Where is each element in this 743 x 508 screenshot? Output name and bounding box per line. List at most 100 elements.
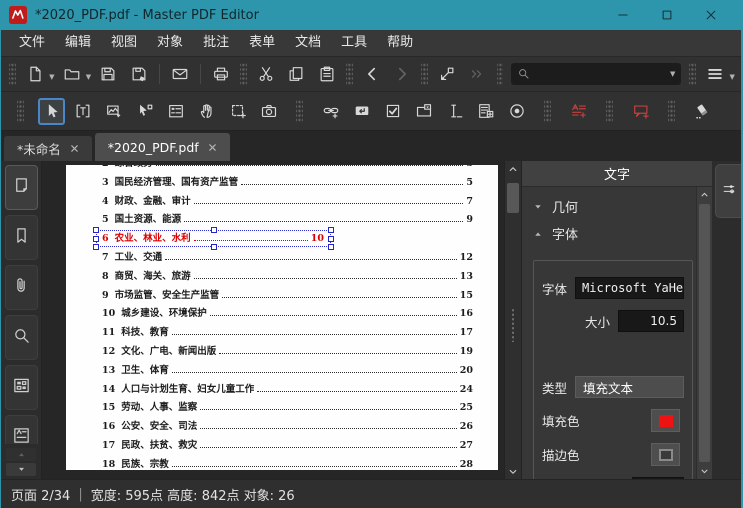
edit-forms-tool[interactable] xyxy=(162,98,189,125)
forward-button[interactable] xyxy=(389,61,415,88)
toc-row[interactable]: 12 文化、广电、新闻出版 19 xyxy=(102,343,473,362)
selection-handle[interactable] xyxy=(93,235,99,242)
sidebar-search[interactable] xyxy=(4,315,38,360)
text-annotation-tool[interactable] xyxy=(565,98,592,125)
menu-item-2[interactable]: 视图 xyxy=(101,30,147,56)
paste-button[interactable] xyxy=(314,61,340,88)
toolbar-grip[interactable] xyxy=(606,100,613,122)
eraser-tool[interactable] xyxy=(689,98,716,125)
section-geometry[interactable]: 几何 xyxy=(522,193,696,220)
search-dropdown-icon[interactable]: ▼ xyxy=(670,70,675,78)
sidebar-attachments[interactable] xyxy=(4,265,38,310)
print-button[interactable] xyxy=(208,61,234,88)
open-file-button[interactable] xyxy=(58,61,84,88)
textfield-tool[interactable] xyxy=(441,98,468,125)
toolbar-grip[interactable] xyxy=(496,63,504,85)
toolbar-grip[interactable] xyxy=(17,100,24,122)
overflow-button[interactable] xyxy=(464,61,490,88)
callout-annotation-tool[interactable] xyxy=(627,98,654,125)
toc-row[interactable]: 7 工业、交通 12 xyxy=(102,249,473,268)
toolbar-grip[interactable] xyxy=(668,100,675,122)
copy-button[interactable] xyxy=(283,61,309,88)
menu-item-4[interactable]: 批注 xyxy=(193,30,239,56)
toolbar-grip[interactable] xyxy=(240,63,248,85)
toc-row[interactable]: 16 公安、安全、司法 26 xyxy=(102,418,473,437)
tab-close-icon[interactable] xyxy=(70,144,79,153)
push-button-tool[interactable] xyxy=(348,98,375,125)
listbox-tool[interactable] xyxy=(472,98,499,125)
select-region-tool[interactable] xyxy=(224,98,251,125)
sidebar-scroll-up-button[interactable] xyxy=(6,448,36,461)
toolbar-grip[interactable] xyxy=(544,100,551,122)
stroke-color-button[interactable] xyxy=(651,443,680,466)
toc-row[interactable]: 18 民族、宗教 28 xyxy=(102,456,473,470)
toc-row[interactable]: 4 财政、金融、审计 7 xyxy=(102,193,473,212)
back-button[interactable] xyxy=(359,61,385,88)
combobox-tool[interactable] xyxy=(410,98,437,125)
link-tool[interactable] xyxy=(317,98,344,125)
menu-item-5[interactable]: 表单 xyxy=(239,30,285,56)
snapshot-tool[interactable] xyxy=(255,98,282,125)
dropdown-arrow-icon[interactable]: ▼ xyxy=(86,73,91,81)
sidebar-scroll-down-button[interactable] xyxy=(6,463,36,476)
selection-handle[interactable] xyxy=(328,235,334,242)
scroll-down-button[interactable] xyxy=(505,464,521,479)
panel-scroll-up-button[interactable] xyxy=(697,187,713,202)
toc-row[interactable]: 6 农业、林业、水利 10 xyxy=(93,227,334,250)
menu-item-3[interactable]: 对象 xyxy=(147,30,193,56)
toolbar-grip[interactable] xyxy=(689,63,697,85)
toc-row[interactable]: 13 卫生、体育 20 xyxy=(102,362,473,381)
menu-item-6[interactable]: 文档 xyxy=(285,30,331,56)
menu-item-1[interactable]: 编辑 xyxy=(55,30,101,56)
edit-path-tool[interactable] xyxy=(131,98,158,125)
search-input[interactable] xyxy=(535,66,666,82)
sidebar-pages[interactable] xyxy=(4,165,38,210)
toc-row[interactable]: 5 国土资源、能源 9 xyxy=(102,211,473,230)
toolbar-grip[interactable] xyxy=(421,63,429,85)
font-size-input[interactable]: 10.5 xyxy=(618,310,684,332)
line-width-input[interactable]: 1 xyxy=(632,477,684,479)
panel-scroll-down-button[interactable] xyxy=(697,464,713,479)
tab-close-icon[interactable] xyxy=(208,143,217,152)
main-menu-button[interactable] xyxy=(702,61,728,88)
panel-splitter-grip[interactable] xyxy=(511,308,515,343)
section-font[interactable]: 字体 xyxy=(522,220,696,247)
edit-text-tool[interactable] xyxy=(69,98,96,125)
toolbar-grip[interactable] xyxy=(345,63,353,85)
panel-scroll-thumb[interactable] xyxy=(699,204,710,462)
tab-untitled[interactable]: *未命名 xyxy=(4,136,92,161)
sidebar-bookmarks[interactable] xyxy=(4,215,38,260)
maximize-button[interactable] xyxy=(645,0,689,30)
dropdown-arrow-icon[interactable]: ▼ xyxy=(730,73,735,81)
selection-handle[interactable] xyxy=(93,243,99,250)
radio-tool[interactable] xyxy=(503,98,530,125)
tab-2020-pdf[interactable]: *2020_PDF.pdf xyxy=(94,133,230,161)
sidebar-form-fields[interactable] xyxy=(4,365,38,410)
dropdown-arrow-icon[interactable]: ▼ xyxy=(49,73,54,81)
toc-row[interactable]: 10 城乡建设、环境保护 16 xyxy=(102,305,473,324)
selection-handle[interactable] xyxy=(93,227,99,234)
fill-color-button[interactable] xyxy=(651,409,680,432)
toc-row[interactable]: 17 民政、扶贫、救灾 27 xyxy=(102,437,473,456)
hand-tool[interactable] xyxy=(193,98,220,125)
minimize-button[interactable] xyxy=(601,0,645,30)
sidebar-annotations[interactable] xyxy=(4,415,38,444)
select-tool[interactable] xyxy=(38,97,65,125)
toc-row[interactable]: 14 人口与计划生育、妇女儿童工作 24 xyxy=(102,381,473,400)
save-button[interactable] xyxy=(95,61,121,88)
toc-row[interactable]: 3 国民经济管理、国有资产监管 5 xyxy=(102,174,473,193)
toc-row[interactable]: 8 商贸、海关、旅游 13 xyxy=(102,268,473,287)
toc-row[interactable]: 11 科技、教育 17 xyxy=(102,324,473,343)
scroll-up-button[interactable] xyxy=(505,161,521,176)
toc-row[interactable]: 15 劳动、人事、监察 25 xyxy=(102,399,473,418)
checkbox-tool[interactable] xyxy=(379,98,406,125)
cut-button[interactable] xyxy=(253,61,279,88)
type-select[interactable]: 填充文本 xyxy=(575,376,684,398)
save-as-button[interactable] xyxy=(125,61,151,88)
toolbar-grip[interactable] xyxy=(296,100,303,122)
fit-page-button[interactable] xyxy=(434,61,460,88)
menu-item-0[interactable]: 文件 xyxy=(9,30,55,56)
scrollbar-thumb[interactable] xyxy=(507,183,519,213)
email-button[interactable] xyxy=(167,61,193,88)
menu-item-8[interactable]: 帮助 xyxy=(377,30,423,56)
